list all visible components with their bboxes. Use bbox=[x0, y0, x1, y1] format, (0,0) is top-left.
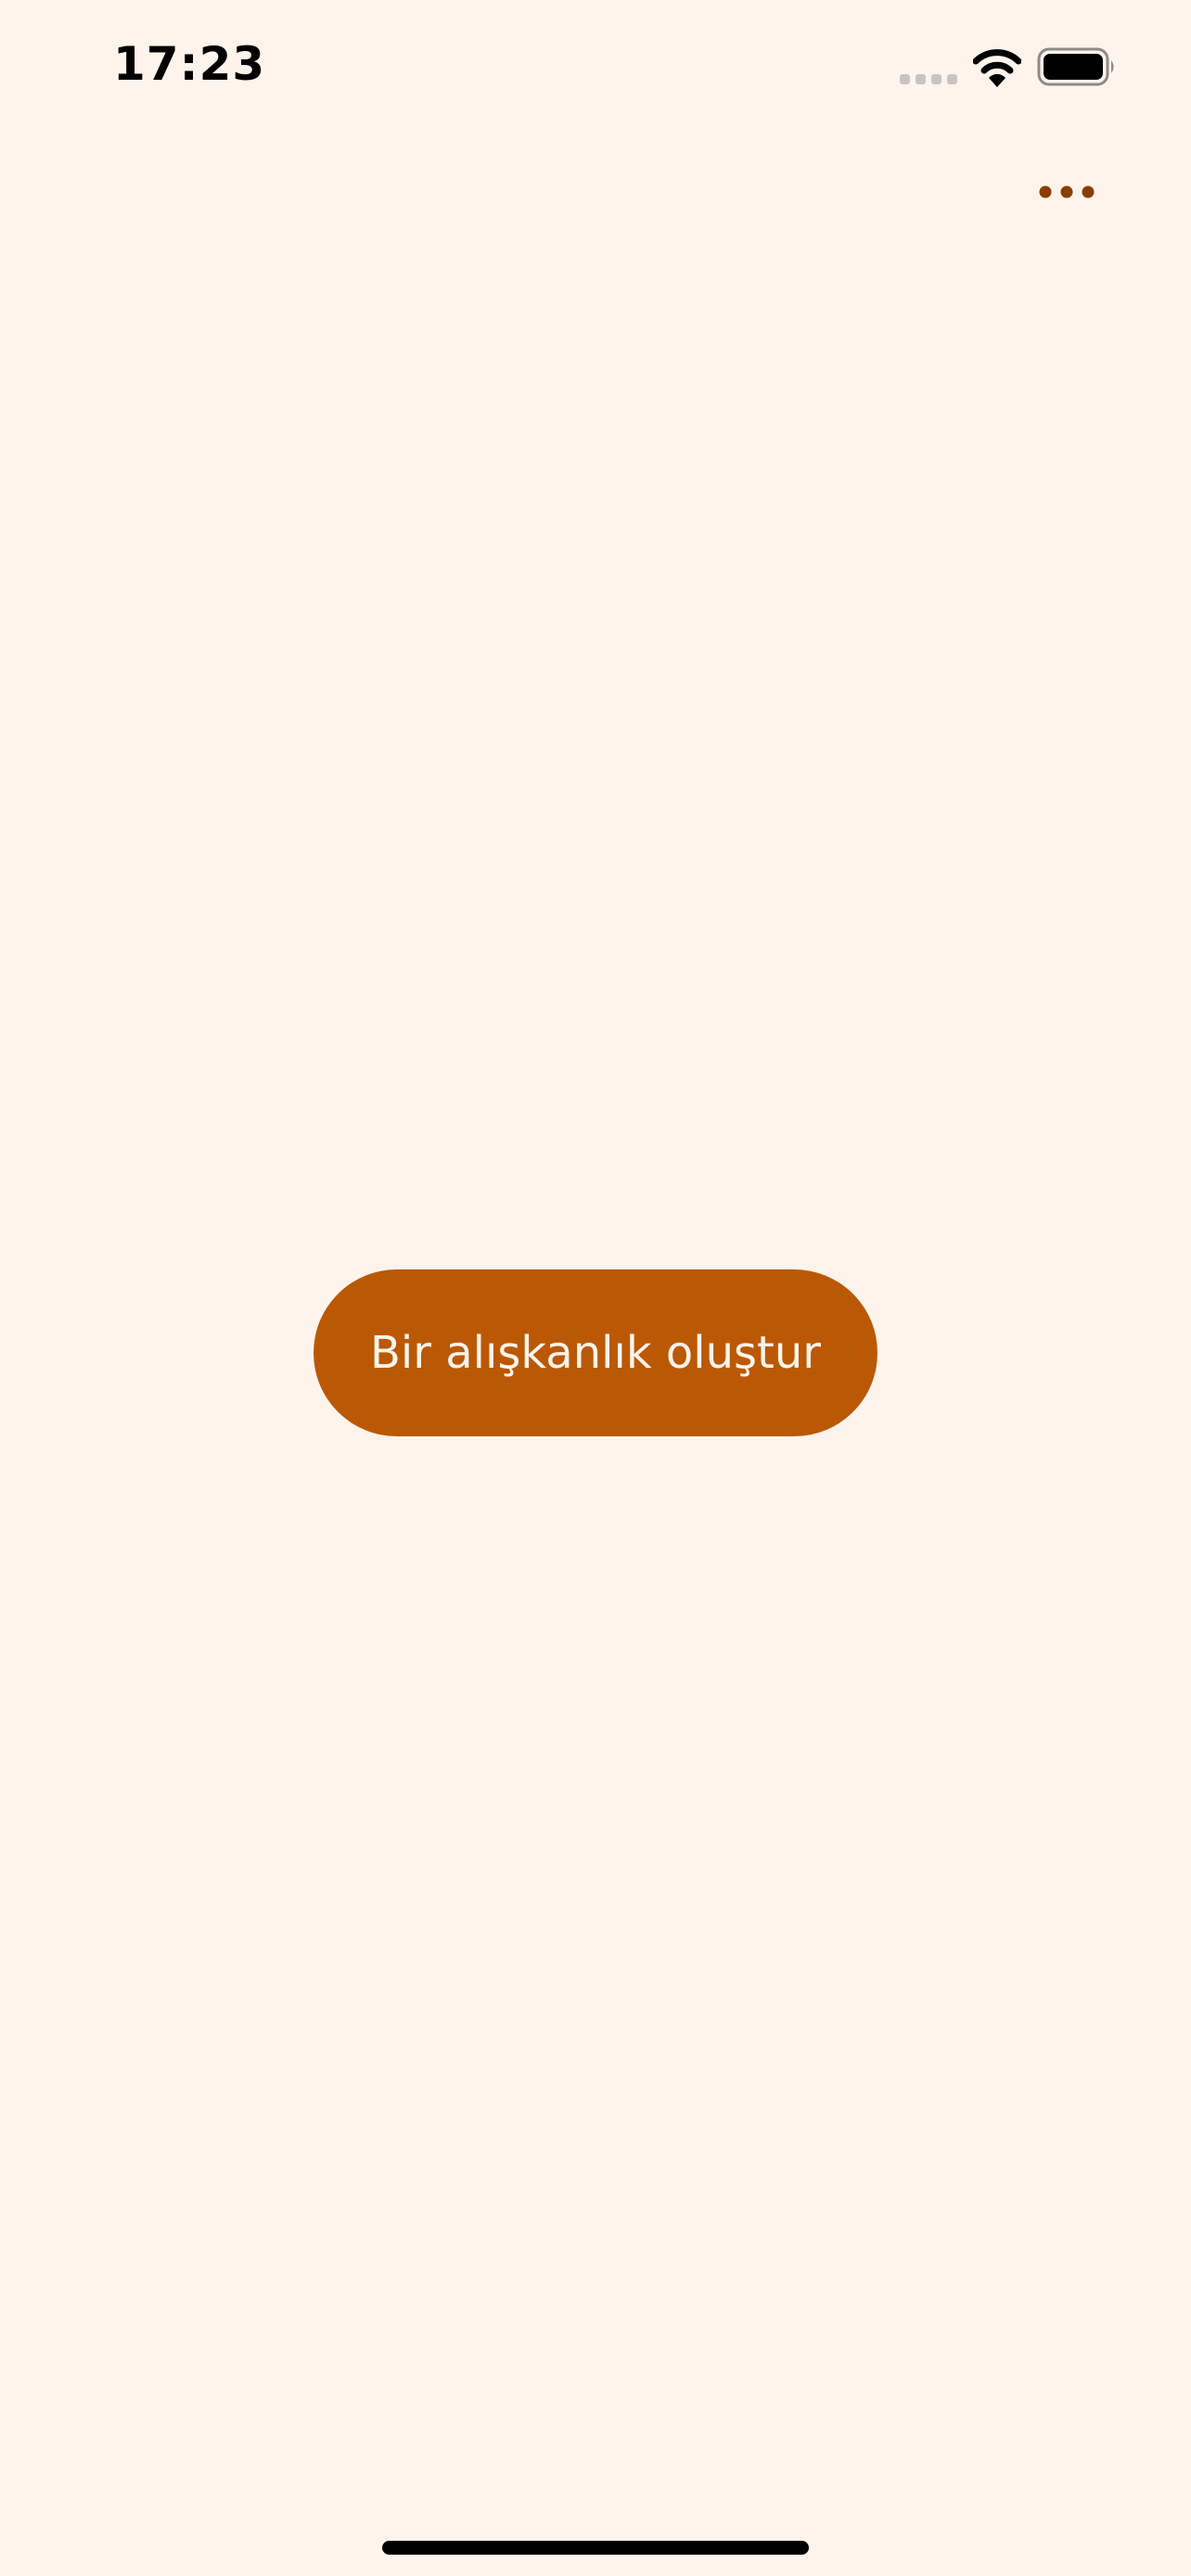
wifi-icon bbox=[972, 48, 1022, 87]
status-bar: 17:23 bbox=[0, 0, 1191, 130]
create-habit-button[interactable]: Bir alışkanlık oluştur bbox=[314, 1269, 877, 1436]
battery-icon bbox=[1037, 46, 1117, 87]
ellipsis-icon bbox=[1039, 185, 1095, 198]
status-time: 17:23 bbox=[113, 37, 266, 91]
create-habit-label: Bir alışkanlık oluştur bbox=[370, 1327, 821, 1379]
cellular-signal-icon bbox=[900, 72, 957, 85]
more-options-button[interactable] bbox=[1030, 167, 1104, 217]
home-indicator[interactable] bbox=[382, 2541, 809, 2555]
